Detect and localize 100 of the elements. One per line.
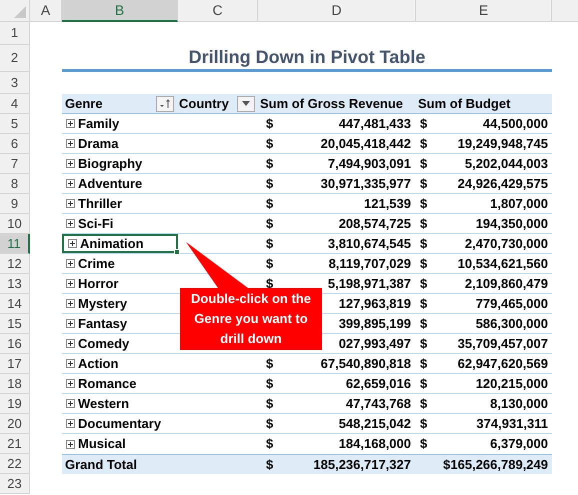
row-header[interactable]: 19	[0, 394, 30, 414]
column-header[interactable]: B	[62, 0, 178, 22]
expand-icon[interactable]	[66, 219, 75, 228]
expand-icon[interactable]	[66, 359, 75, 368]
row-header[interactable]: 14	[0, 294, 30, 314]
genre-cell[interactable]: Drama	[62, 134, 178, 153]
genre-cell[interactable]: Thriller	[62, 194, 178, 213]
row-header[interactable]: 8	[0, 174, 30, 194]
genre-cell[interactable]: Mystery	[62, 294, 178, 313]
genre-cell[interactable]: Biography	[62, 154, 178, 173]
genre-cell[interactable]: Adventure	[62, 174, 178, 193]
row-header[interactable]: 4	[0, 94, 30, 114]
budget-value: 8,130,000	[490, 394, 548, 413]
budget-value: 6,379,000	[490, 435, 548, 454]
currency-sign: $	[420, 354, 428, 373]
row-header[interactable]: 21	[0, 434, 30, 454]
budget-value: 586,300,000	[476, 314, 548, 333]
budget-value: 120,215,000	[476, 374, 548, 393]
currency-sign: $	[420, 134, 428, 153]
genre-label: Adventure	[78, 174, 142, 193]
expand-icon[interactable]	[66, 339, 75, 348]
row-header[interactable]: 22	[0, 454, 30, 474]
genre-cell[interactable]: Musical	[62, 434, 178, 454]
currency-sign: $	[266, 414, 274, 433]
expand-icon[interactable]	[66, 159, 75, 168]
expand-icon[interactable]	[66, 399, 75, 408]
genre-cell[interactable]: Animation	[62, 234, 178, 253]
currency-sign: $	[266, 374, 274, 393]
genre-cell[interactable]: Family	[62, 114, 178, 133]
currency-sign: $	[266, 254, 274, 273]
column-header[interactable]: E	[416, 0, 552, 22]
budget-value: 62,947,620,569	[458, 354, 548, 373]
row-header[interactable]: 5	[0, 114, 30, 134]
genre-label: Family	[78, 114, 120, 133]
column-header[interactable]: A	[30, 0, 62, 22]
row-header[interactable]: 9	[0, 194, 30, 214]
row-header[interactable]: 10	[0, 214, 30, 234]
row-header[interactable]: 13	[0, 274, 30, 294]
expand-icon[interactable]	[66, 279, 75, 288]
column-heading: Sum of Budget	[418, 94, 510, 113]
row-header[interactable]: 20	[0, 414, 30, 434]
genre-cell[interactable]: Western	[62, 394, 178, 413]
genre-cell[interactable]: Fantasy	[62, 314, 178, 333]
genre-cell[interactable]: Romance	[62, 374, 178, 393]
genre-label: Drama	[78, 134, 118, 153]
column-header[interactable]: D	[258, 0, 416, 22]
callout-text: Double-click on the Genre you want to drill down	[190, 290, 312, 348]
row-header[interactable]: 6	[0, 134, 30, 154]
currency-sign: $	[420, 174, 428, 193]
sort-filter-button[interactable]	[156, 96, 174, 112]
expand-icon[interactable]	[68, 239, 77, 248]
genre-cell[interactable]: Documentary	[62, 414, 178, 433]
row-header[interactable]: 3	[0, 72, 30, 94]
row-header[interactable]: 11	[0, 234, 30, 254]
currency-sign: $	[420, 194, 428, 213]
currency-sign: $	[266, 194, 274, 213]
column-heading: Genre	[65, 94, 103, 113]
expand-icon[interactable]	[66, 319, 75, 328]
expand-icon[interactable]	[66, 419, 75, 428]
currency-sign: $	[266, 114, 274, 133]
budget-value: 2,109,860,479	[464, 274, 548, 293]
currency-sign: $	[420, 234, 428, 253]
row-header[interactable]: 2	[0, 45, 30, 72]
row-header[interactable]: 12	[0, 254, 30, 274]
genre-label: Animation	[80, 234, 144, 253]
genre-cell[interactable]: Sci-Fi	[62, 214, 178, 233]
gross-value: 548,215,042	[338, 414, 411, 433]
filter-dropdown-button[interactable]	[237, 96, 255, 112]
row-header[interactable]: 1	[0, 22, 30, 45]
genre-cell[interactable]: Comedy	[62, 334, 178, 353]
expand-icon[interactable]	[66, 179, 75, 188]
expand-icon[interactable]	[66, 379, 75, 388]
genre-cell[interactable]: Action	[62, 354, 178, 373]
corner-triangle-icon	[14, 6, 26, 18]
expand-icon[interactable]	[66, 139, 75, 148]
budget-value: 374,931,311	[476, 414, 548, 433]
expand-icon[interactable]	[66, 199, 75, 208]
row-header[interactable]: 17	[0, 354, 30, 374]
genre-cell[interactable]: Horror	[62, 274, 178, 293]
budget-value: 194,350,000	[476, 214, 548, 233]
currency-sign: $	[420, 254, 428, 273]
currency-sign: $	[266, 456, 274, 474]
gross-value: 208,574,725	[338, 214, 411, 233]
row-header[interactable]: 23	[0, 474, 30, 494]
expand-icon[interactable]	[66, 299, 75, 308]
genre-cell[interactable]: Crime	[62, 254, 178, 273]
gross-value: 447,481,433	[338, 114, 411, 133]
row-header[interactable]: 7	[0, 154, 30, 174]
expand-icon[interactable]	[66, 440, 75, 448]
fill-handle[interactable]	[174, 249, 180, 255]
expand-icon[interactable]	[66, 259, 75, 268]
row-header[interactable]: 18	[0, 374, 30, 394]
gross-value: 30,971,335,977	[320, 174, 411, 193]
row-header[interactable]: 16	[0, 334, 30, 354]
genre-label: Horror	[78, 274, 118, 293]
expand-icon[interactable]	[66, 119, 75, 128]
row-header[interactable]: 15	[0, 314, 30, 334]
genre-label: Comedy	[78, 334, 130, 353]
column-header[interactable]: C	[178, 0, 258, 22]
currency-sign: $	[266, 174, 274, 193]
